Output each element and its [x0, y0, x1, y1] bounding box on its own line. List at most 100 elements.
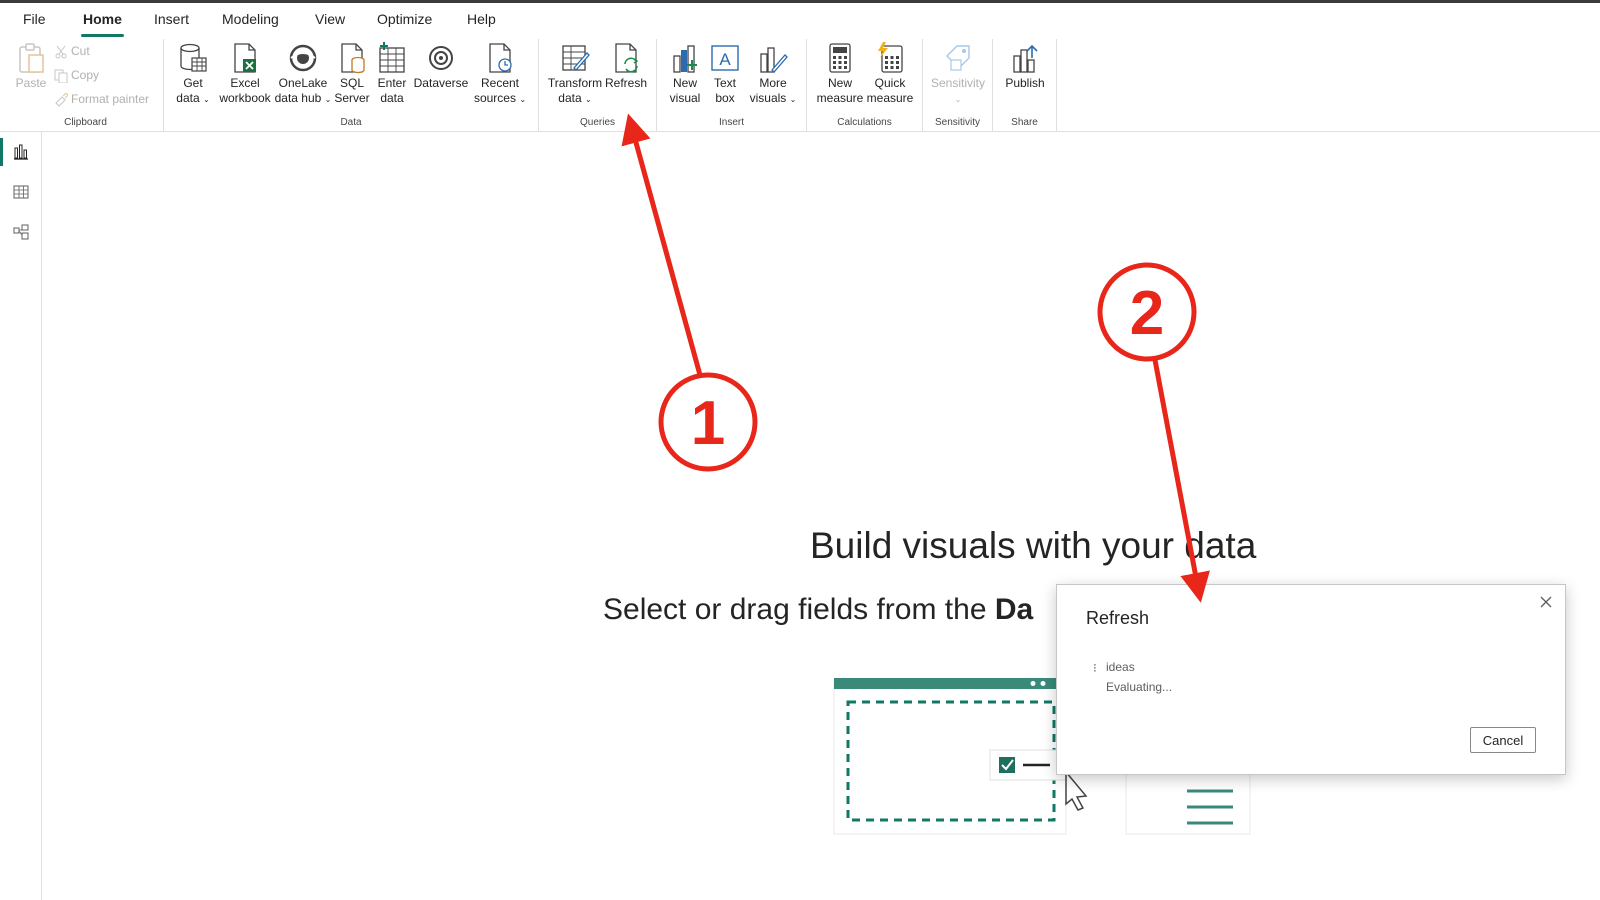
more-visuals-button[interactable]: More visuals ⌄	[745, 42, 801, 107]
view-switcher-rail	[0, 132, 42, 900]
svg-text:A: A	[719, 50, 731, 69]
dataverse-icon	[429, 46, 453, 70]
chevron-down-icon: ⌄	[954, 95, 962, 104]
publish-label: Publish	[1005, 76, 1045, 90]
chevron-down-icon: ⌄	[789, 95, 797, 104]
quick-measure-button[interactable]: Quick measure	[865, 42, 915, 106]
scissors-icon	[55, 45, 67, 59]
loading-spinner-icon: ⁝	[1093, 661, 1097, 675]
get-data-label-2: data	[176, 91, 200, 105]
report-canvas[interactable]	[43, 132, 1600, 900]
query-name: ideas	[1106, 660, 1135, 674]
tab-view[interactable]: View	[315, 11, 345, 27]
model-view-button[interactable]	[0, 214, 42, 250]
text-box-icon: A	[711, 45, 739, 71]
share-group-label: Share	[1011, 117, 1038, 128]
format-painter-button[interactable]: Format painter	[54, 92, 149, 107]
menu-bar: File Home Insert Modeling View Optimize …	[0, 3, 1600, 37]
new-visual-button[interactable]: New visual	[665, 42, 705, 106]
empty-canvas-subline: Select or drag fields from the Da	[603, 593, 1033, 627]
transform-data-button[interactable]: Transform data ⌄	[547, 42, 603, 107]
table-plus-icon	[379, 42, 405, 73]
enter-data-label-2: data	[380, 91, 404, 105]
onelake-data-hub-button[interactable]: OneLake data hub ⌄	[274, 42, 332, 107]
share-group: Publish Share	[993, 39, 1057, 131]
ribbon: Paste Cut Copy Format painter Clipboard …	[0, 37, 1600, 132]
new-visual-label-2: visual	[669, 91, 701, 105]
close-icon[interactable]	[1535, 591, 1557, 613]
format-painter-icon	[55, 92, 69, 107]
table-view-button[interactable]	[0, 174, 42, 210]
tab-help[interactable]: Help	[467, 11, 496, 27]
onelake-label-2: data hub	[274, 91, 322, 105]
recent-sources-button[interactable]: Recent sources ⌄	[470, 42, 530, 107]
queries-group: Transform data ⌄ Refresh Queries	[539, 39, 657, 131]
enter-data-label-1: Enter	[377, 76, 407, 90]
copy-label: Copy	[71, 68, 100, 82]
cut-label: Cut	[71, 44, 90, 58]
text-box-button[interactable]: A Text box	[705, 42, 745, 106]
dataverse-button[interactable]: Dataverse	[410, 42, 472, 91]
cut-button[interactable]: Cut	[54, 44, 90, 59]
copy-icon	[54, 69, 68, 84]
more-visuals-label-1: More	[759, 76, 787, 90]
calculator-icon	[829, 43, 851, 73]
sensitivity-group: Sensitivity ⌄ Sensitivity	[923, 39, 993, 131]
data-group-label: Data	[340, 117, 362, 128]
report-view-button[interactable]	[0, 134, 42, 170]
sql-server-icon	[341, 43, 365, 74]
dialog-title: Refresh	[1086, 608, 1150, 628]
calculations-group: New measure Quick measure Calculations	[807, 39, 923, 131]
publish-button[interactable]: Publish	[999, 42, 1051, 91]
tab-home[interactable]: Home	[81, 11, 124, 37]
dataverse-label: Dataverse	[413, 76, 469, 90]
tab-optimize[interactable]: Optimize	[377, 11, 432, 27]
excel-icon	[234, 43, 256, 73]
chevron-down-icon: ⌄	[203, 95, 210, 104]
refresh-status: Evaluating...	[1106, 680, 1173, 694]
queries-group-label: Queries	[579, 117, 615, 128]
sensitivity-group-label: Sensitivity	[934, 117, 980, 128]
chevron-down-icon: ⌄	[324, 95, 332, 104]
sql-server-button[interactable]: SQL Server	[332, 42, 372, 106]
excel-label-1: Excel	[230, 76, 260, 90]
recent-sources-icon	[489, 43, 512, 73]
subline-text: Select or drag fields from the	[603, 593, 995, 626]
refresh-icon	[615, 43, 639, 73]
tab-insert[interactable]: Insert	[154, 11, 189, 27]
model-view-icon	[13, 224, 29, 240]
format-painter-label: Format painter	[71, 92, 150, 106]
calculations-group-label: Calculations	[837, 117, 892, 128]
paste-button[interactable]: Paste	[12, 42, 50, 91]
new-measure-button[interactable]: New measure	[815, 42, 865, 106]
cancel-button[interactable]: Cancel	[1470, 727, 1536, 753]
new-measure-label-2: measure	[816, 91, 864, 105]
sql-label-2: Server	[334, 91, 370, 105]
quick-measure-label-2: measure	[866, 91, 914, 105]
sql-label-1: SQL	[339, 76, 364, 90]
quick-measure-icon	[878, 42, 903, 73]
tab-file[interactable]: File	[23, 11, 46, 27]
data-group: Get data ⌄ Excel workbook OneLake data h…	[164, 39, 539, 131]
tab-modeling[interactable]: Modeling	[222, 11, 279, 27]
excel-label-2: workbook	[219, 91, 271, 105]
clipboard-group-label: Clipboard	[64, 117, 107, 128]
refresh-button[interactable]: Refresh	[603, 42, 649, 91]
get-data-button[interactable]: Get data ⌄	[172, 42, 214, 107]
sensitivity-button[interactable]: Sensitivity ⌄	[927, 42, 989, 107]
table-view-icon	[13, 185, 29, 199]
more-visuals-icon	[760, 47, 788, 73]
new-visual-label-1: New	[672, 76, 697, 90]
text-box-label-1: Text	[713, 76, 736, 90]
publish-icon	[1013, 44, 1038, 73]
paste-label: Paste	[15, 76, 47, 90]
enter-data-button[interactable]: Enter data	[372, 42, 412, 106]
paste-icon	[19, 43, 44, 73]
more-visuals-label-2: visuals	[749, 91, 787, 105]
recent-label-2: sources	[473, 91, 516, 105]
copy-button[interactable]: Copy	[54, 68, 100, 84]
subline-bold: Da	[994, 593, 1034, 626]
transform-label-1: Transform	[547, 76, 603, 90]
clipboard-group: Paste Cut Copy Format painter Clipboard	[8, 39, 164, 131]
excel-workbook-button[interactable]: Excel workbook	[216, 42, 274, 106]
